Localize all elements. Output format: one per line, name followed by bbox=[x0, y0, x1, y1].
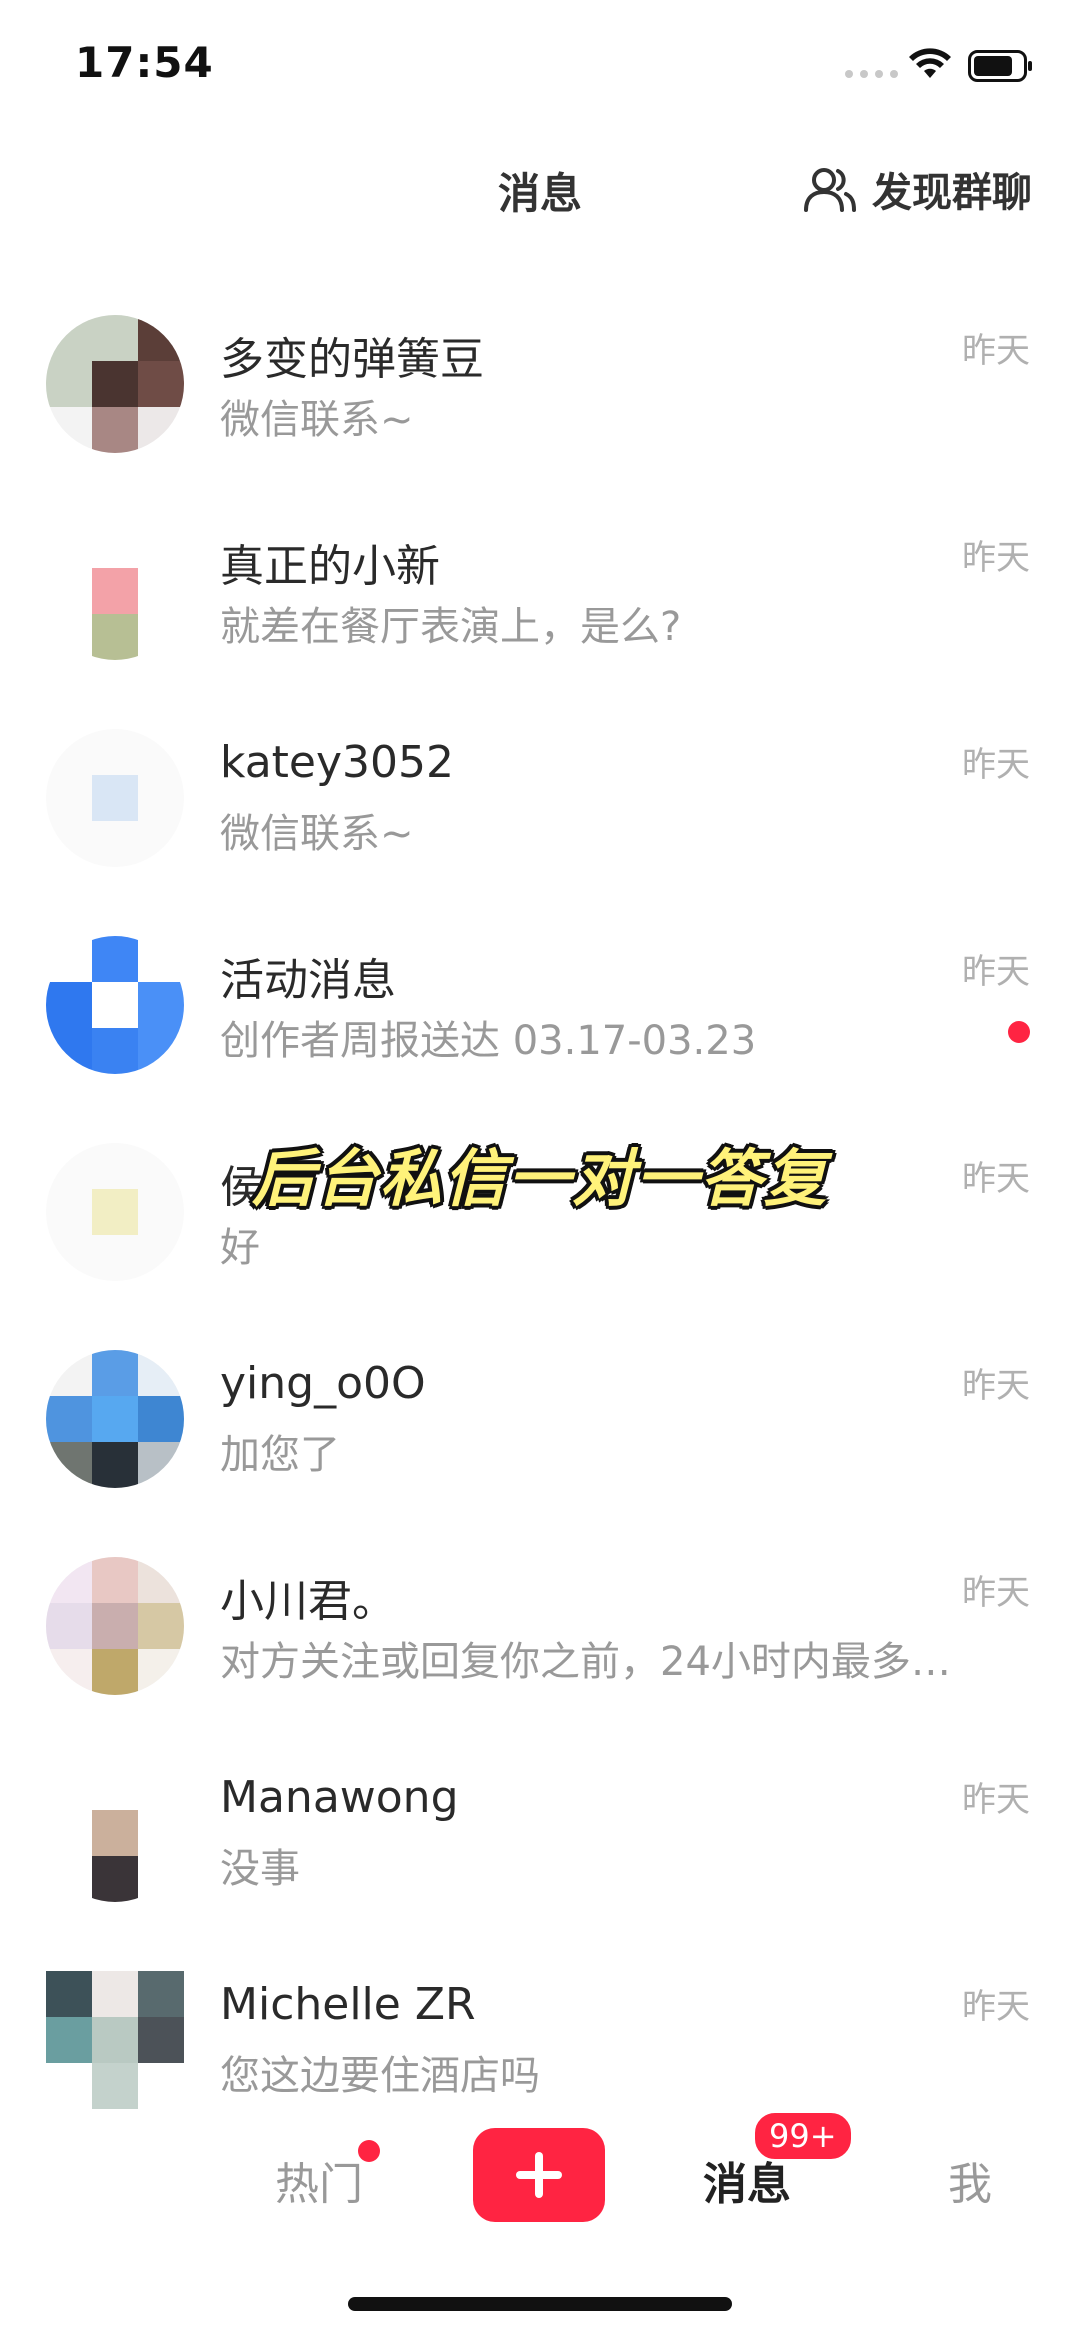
conversation-name: 多变的弹簧豆 bbox=[220, 334, 484, 385]
conversation-row[interactable]: katey3052 微信联系~ 昨天 bbox=[0, 709, 1080, 916]
tab-hot[interactable]: 热门 bbox=[275, 2148, 363, 2212]
avatar bbox=[46, 1143, 184, 1281]
conversation-preview: 您这边要住酒店吗 bbox=[220, 2053, 540, 2099]
conversation-preview: 微信联系~ bbox=[220, 811, 414, 857]
conversation-preview: 好 bbox=[220, 1225, 260, 1271]
home-indicator bbox=[348, 2297, 732, 2311]
avatar bbox=[46, 1350, 184, 1488]
conversation-time: 昨天 bbox=[962, 1780, 1030, 1820]
conversation-preview: 创作者周报送达 03.17-03.23 bbox=[220, 1018, 757, 1064]
group-users-icon bbox=[804, 168, 856, 212]
conversation-name: 活动消息 bbox=[220, 955, 396, 1006]
conversation-name: 侯 bbox=[220, 1162, 264, 1213]
activity-avatar bbox=[46, 936, 184, 1074]
conversation-name: Manawong bbox=[220, 1772, 459, 1823]
conversation-time: 昨天 bbox=[962, 745, 1030, 785]
conversation-row[interactable]: 侯 好 昨天 bbox=[0, 1123, 1080, 1330]
conversation-row[interactable]: Manawong 没事 昨天 bbox=[0, 1744, 1080, 1951]
conversation-time: 昨天 bbox=[962, 952, 1030, 992]
conversation-row[interactable]: ying_o0O 加您了 昨天 bbox=[0, 1330, 1080, 1537]
conversation-name: 真正的小新 bbox=[220, 541, 440, 592]
plus-icon bbox=[516, 2152, 562, 2198]
conversation-time: 昨天 bbox=[962, 1366, 1030, 1406]
avatar bbox=[46, 522, 184, 660]
messages-count-badge: 99+ bbox=[752, 2110, 854, 2162]
find-group-chat-label: 发现群聊 bbox=[872, 170, 1032, 216]
conversation-time: 昨天 bbox=[962, 1987, 1030, 2027]
conversation-time: 昨天 bbox=[962, 331, 1030, 371]
avatar bbox=[46, 1764, 184, 1902]
conversation-name: ying_o0O bbox=[220, 1358, 426, 1409]
conversation-preview: 没事 bbox=[220, 1846, 300, 1892]
conversation-preview: 对方关注或回复你之前，24小时内最多… bbox=[220, 1639, 951, 1685]
bottom-tab-bar: 热门 消息 99+ 我 bbox=[0, 2110, 1080, 2248]
status-time: 17:54 bbox=[75, 38, 214, 87]
avatar bbox=[46, 729, 184, 867]
conversation-list: 多变的弹簧豆 微信联系~ 昨天 真正的小新 就差在餐厅表演上，是么? 昨天 ka… bbox=[0, 295, 1080, 2158]
conversation-time: 昨天 bbox=[962, 1573, 1030, 1613]
cellular-signal-icon bbox=[845, 70, 898, 78]
avatar bbox=[46, 315, 184, 453]
conversation-preview: 加您了 bbox=[220, 1432, 340, 1478]
conversation-row[interactable]: 真正的小新 就差在餐厅表演上，是么? 昨天 bbox=[0, 502, 1080, 709]
conversation-name: 小川君。 bbox=[220, 1576, 396, 1627]
tab-me[interactable]: 我 bbox=[948, 2148, 992, 2212]
conversation-preview: 微信联系~ bbox=[220, 397, 414, 443]
find-group-chat-button[interactable]: 发现群聊 bbox=[802, 160, 1032, 218]
avatar bbox=[46, 1971, 184, 2109]
unread-dot bbox=[1008, 1021, 1030, 1043]
conversation-time: 昨天 bbox=[962, 1159, 1030, 1199]
messages-header: 消息 发现群聊 bbox=[0, 130, 1080, 250]
wifi-icon bbox=[909, 48, 951, 78]
avatar bbox=[46, 1557, 184, 1695]
conversation-row[interactable]: 活动消息 创作者周报送达 03.17-03.23 昨天 bbox=[0, 916, 1080, 1123]
battery-icon bbox=[968, 50, 1032, 82]
create-post-button[interactable] bbox=[473, 2128, 605, 2222]
conversation-preview: 就差在餐厅表演上，是么? bbox=[220, 604, 682, 650]
conversation-name: Michelle ZR bbox=[220, 1979, 476, 2030]
status-bar: 17:54 bbox=[0, 0, 1080, 130]
conversation-time: 昨天 bbox=[962, 538, 1030, 578]
conversation-row[interactable]: 小川君。 对方关注或回复你之前，24小时内最多… 昨天 bbox=[0, 1537, 1080, 1744]
conversation-row[interactable]: 多变的弹簧豆 微信联系~ 昨天 bbox=[0, 295, 1080, 502]
conversation-name: katey3052 bbox=[220, 737, 455, 788]
hot-notification-dot bbox=[358, 2140, 380, 2162]
